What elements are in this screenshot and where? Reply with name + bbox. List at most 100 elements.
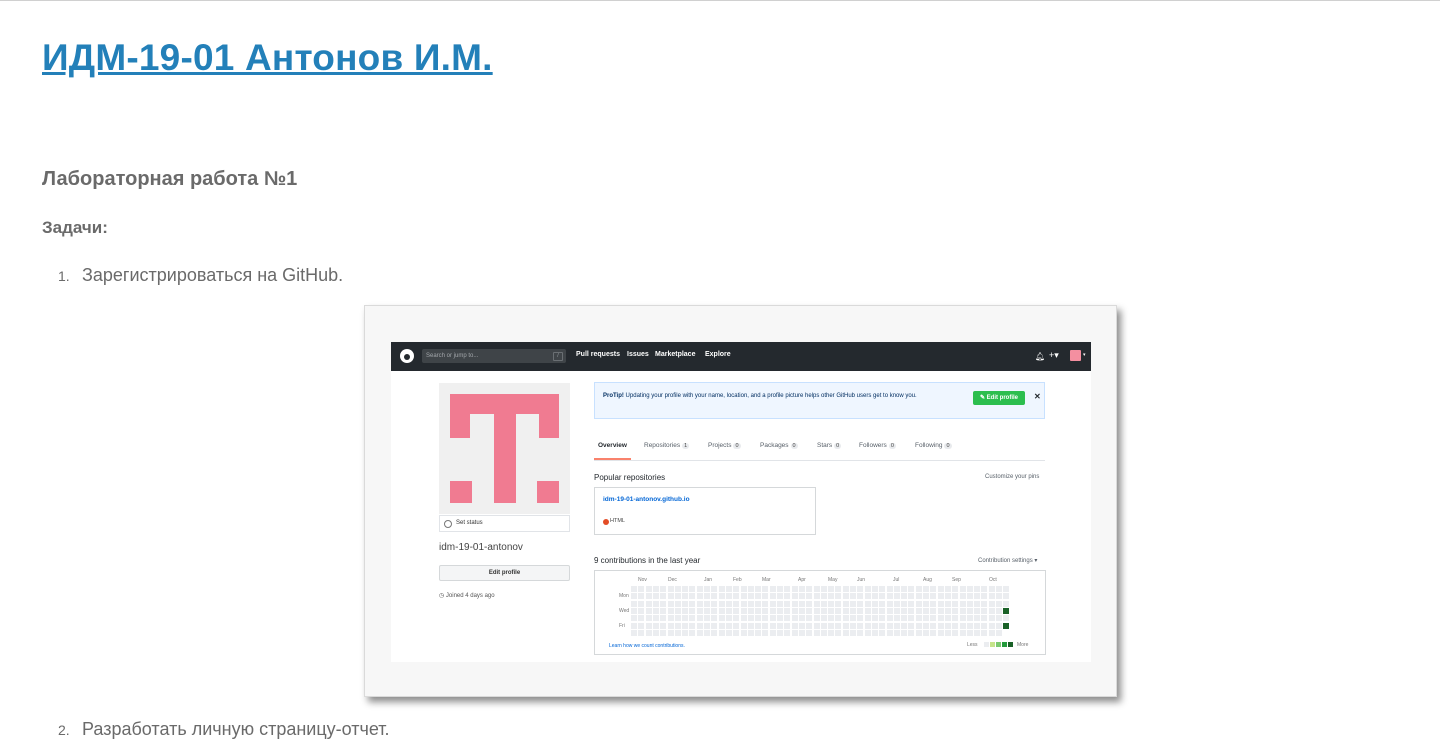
contribution-cell[interactable]	[660, 622, 667, 629]
contribution-cell[interactable]	[974, 615, 981, 622]
contribution-cell[interactable]	[674, 593, 681, 600]
contribution-cell[interactable]	[981, 622, 988, 629]
contribution-cell[interactable]	[718, 586, 725, 592]
nav-marketplace[interactable]: Marketplace	[655, 351, 695, 358]
contribution-cell[interactable]	[901, 593, 908, 600]
contribution-cell[interactable]	[769, 600, 776, 607]
contribution-cell[interactable]	[711, 593, 718, 600]
contribution-cell[interactable]	[828, 586, 835, 592]
contribution-cell[interactable]	[769, 586, 776, 592]
contribution-cell[interactable]	[667, 607, 674, 614]
tab-repositories[interactable]: Repositories 1	[644, 442, 690, 449]
contribution-cell[interactable]	[966, 615, 973, 622]
contribution-cell[interactable]	[864, 600, 871, 607]
profile-avatar[interactable]	[439, 383, 570, 514]
contribution-cell[interactable]	[777, 593, 783, 600]
contribution-cell[interactable]	[1003, 593, 1010, 600]
contribution-cell[interactable]	[828, 593, 835, 600]
contribution-cell[interactable]	[638, 586, 645, 592]
contribution-cell[interactable]	[645, 622, 652, 629]
contribution-cell[interactable]	[923, 593, 929, 600]
contribution-cell[interactable]	[981, 600, 988, 607]
contribution-cell[interactable]	[718, 615, 725, 622]
contribution-cell[interactable]	[966, 600, 973, 607]
contribution-cell[interactable]	[820, 600, 827, 607]
contribution-cell[interactable]	[974, 607, 981, 614]
contribution-cell[interactable]	[798, 629, 805, 636]
contribution-cell[interactable]	[871, 622, 878, 629]
contribution-cell[interactable]	[777, 622, 783, 629]
contribution-cell[interactable]	[893, 593, 900, 600]
contribution-cell[interactable]	[959, 629, 966, 636]
contribution-cell[interactable]	[733, 629, 740, 636]
contribution-cell[interactable]	[988, 593, 995, 600]
contribution-cell[interactable]	[747, 615, 754, 622]
contribution-cell[interactable]	[930, 607, 937, 614]
contribution-cell[interactable]	[674, 622, 681, 629]
contribution-cell[interactable]	[966, 607, 973, 614]
contribution-cell[interactable]	[784, 593, 791, 600]
contribution-cell[interactable]	[908, 600, 915, 607]
contribution-cell[interactable]	[901, 629, 908, 636]
contribution-cell[interactable]	[974, 622, 981, 629]
contribution-cell[interactable]	[718, 622, 725, 629]
page-title[interactable]: ИДМ-19-01 Антонов И.М.	[42, 37, 493, 79]
contribution-cell[interactable]	[944, 593, 951, 600]
contribution-cell[interactable]	[886, 600, 893, 607]
contribution-cell[interactable]	[864, 629, 871, 636]
contribution-cell[interactable]	[1003, 600, 1010, 607]
contribution-cell[interactable]	[930, 622, 937, 629]
contribution-cell[interactable]	[755, 593, 762, 600]
contribution-cell[interactable]	[689, 615, 696, 622]
contribution-cell[interactable]	[988, 600, 995, 607]
contribution-cell[interactable]	[769, 615, 776, 622]
contribution-cell[interactable]	[762, 586, 769, 592]
contribution-cell[interactable]	[645, 586, 652, 592]
contribution-cell[interactable]	[850, 600, 856, 607]
contribution-cell[interactable]	[893, 586, 900, 592]
contribution-cell[interactable]	[704, 593, 710, 600]
contribution-cell[interactable]	[871, 593, 878, 600]
contribution-cell[interactable]	[886, 622, 893, 629]
contribution-cell[interactable]	[835, 622, 842, 629]
contribution-cell[interactable]	[740, 586, 747, 592]
contribution-cell[interactable]	[784, 615, 791, 622]
contribution-cell[interactable]	[835, 615, 842, 622]
contribution-cell[interactable]	[740, 607, 747, 614]
contribution-cell[interactable]	[704, 607, 710, 614]
contribution-cell[interactable]	[725, 615, 732, 622]
contribution-cell[interactable]	[674, 629, 681, 636]
contribution-cell[interactable]	[784, 586, 791, 592]
contribution-cell[interactable]	[893, 629, 900, 636]
contribution-cell[interactable]	[944, 615, 951, 622]
contribution-cell[interactable]	[952, 607, 959, 614]
contribution-cell[interactable]	[820, 629, 827, 636]
contribution-cell[interactable]	[660, 615, 667, 622]
contribution-cell[interactable]	[908, 593, 915, 600]
contribution-cell[interactable]	[784, 629, 791, 636]
contribution-cell[interactable]	[952, 593, 959, 600]
contribution-cell[interactable]	[682, 600, 689, 607]
contribution-cell[interactable]	[937, 600, 944, 607]
nav-explore[interactable]: Explore	[705, 351, 731, 358]
contribution-cell[interactable]	[864, 586, 871, 592]
contribution-cell[interactable]	[813, 622, 820, 629]
contribution-cell[interactable]	[740, 600, 747, 607]
contribution-cell[interactable]	[828, 622, 835, 629]
contribution-cell[interactable]	[879, 600, 886, 607]
contribution-cell[interactable]	[777, 629, 783, 636]
contribution-cell[interactable]	[930, 600, 937, 607]
contribution-cell[interactable]	[835, 600, 842, 607]
contribution-cell[interactable]	[981, 607, 988, 614]
contribution-cell[interactable]	[959, 586, 966, 592]
contribution-cell[interactable]	[893, 622, 900, 629]
contribution-cell[interactable]	[959, 593, 966, 600]
contribution-cell[interactable]	[674, 615, 681, 622]
contribution-cell[interactable]	[842, 622, 849, 629]
contribution-cell[interactable]	[915, 615, 922, 622]
contribution-cell[interactable]	[981, 586, 988, 592]
contribution-cell[interactable]	[798, 607, 805, 614]
contribution-cell[interactable]	[689, 600, 696, 607]
contribution-cell[interactable]	[682, 615, 689, 622]
contribution-cell[interactable]	[981, 593, 988, 600]
